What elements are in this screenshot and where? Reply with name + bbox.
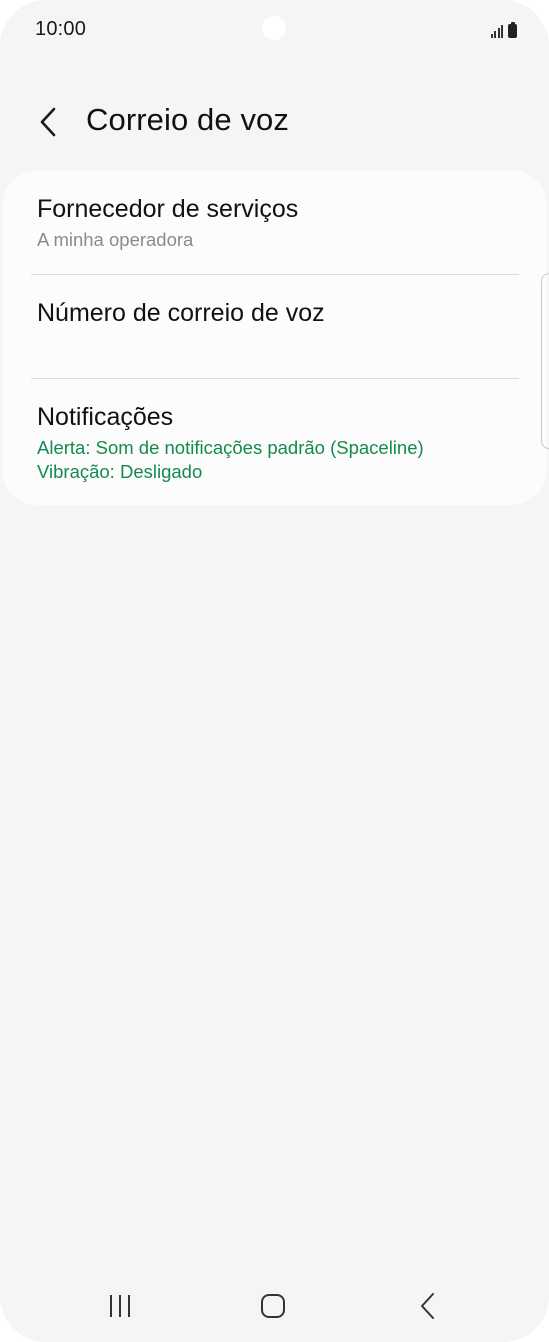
back-icon (421, 1293, 434, 1319)
navigation-bar (0, 1270, 549, 1342)
item-title: Fornecedor de serviços (37, 195, 299, 223)
page-title: Correio de voz (86, 102, 289, 137)
status-icons (490, 20, 517, 38)
vibration-subtitle: Vibração: Desligado (37, 461, 203, 482)
voicemail-number-item[interactable]: Número de correio de voz (2, 275, 547, 378)
signal-icon (490, 24, 503, 38)
home-icon (261, 1294, 285, 1318)
status-bar: 10:00 (0, 0, 549, 58)
item-title: Número de correio de voz (37, 299, 325, 327)
alert-sound-subtitle: Alerta: Som de notificações padrão (Spac… (37, 437, 424, 458)
item-subtitle: A minha operadora (37, 229, 194, 250)
scroll-handle[interactable] (541, 273, 549, 449)
chevron-left-icon (40, 107, 56, 137)
app-header: Correio de voz (0, 90, 549, 156)
nav-back-button[interactable] (398, 1288, 458, 1324)
front-camera (262, 16, 286, 40)
back-button[interactable] (26, 100, 70, 144)
status-time: 10:00 (35, 18, 87, 40)
home-button[interactable] (243, 1288, 303, 1324)
notifications-item[interactable]: Notificações Alerta: Som de notificações… (2, 379, 547, 505)
phone-screen: 10:00 Correio de voz Fornecedor de servi… (0, 0, 549, 1342)
settings-card: Fornecedor de serviços A minha operadora… (2, 170, 547, 505)
recent-apps-icon (110, 1295, 130, 1317)
battery-icon (508, 22, 517, 38)
item-title: Notificações (37, 403, 174, 431)
service-provider-item[interactable]: Fornecedor de serviços A minha operadora (2, 170, 547, 274)
recent-apps-button[interactable] (90, 1288, 150, 1324)
